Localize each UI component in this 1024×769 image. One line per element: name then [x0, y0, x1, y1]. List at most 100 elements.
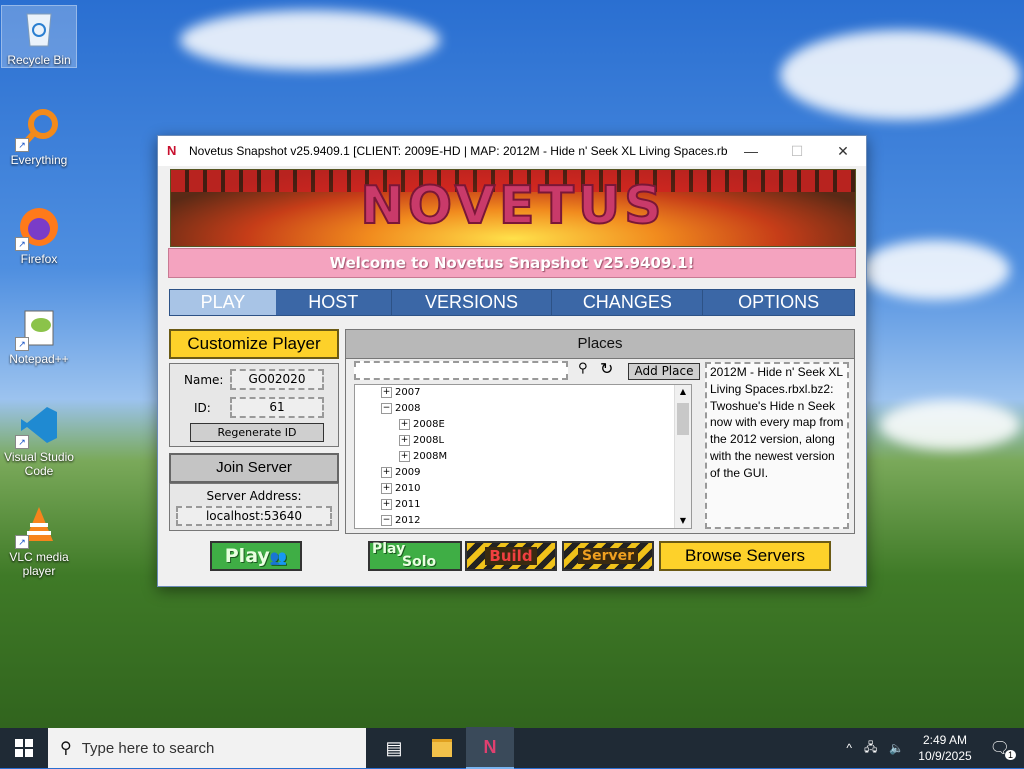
play-solo-button[interactable]: Play Solo: [368, 541, 462, 571]
tab-versions[interactable]: VERSIONS: [392, 290, 553, 315]
task-view-icon[interactable]: ▤: [370, 728, 418, 768]
system-tray: ^ 🖧 🔈 2:49 AM 10/9/2025 🗨 1: [840, 728, 1024, 768]
expand-icon[interactable]: +: [381, 482, 392, 494]
recycle-bin-icon: [17, 6, 61, 50]
tree-node[interactable]: −2012: [381, 513, 691, 528]
search-icon: ⚲: [60, 740, 72, 757]
tree-node-label: 2010: [395, 483, 421, 494]
main-tabs: PLAY HOST VERSIONS CHANGES OPTIONS: [169, 289, 855, 316]
novetus-window: N Novetus Snapshot v25.9409.1 [CLIENT: 2…: [157, 135, 867, 587]
expand-icon[interactable]: +: [399, 434, 410, 446]
build-button-label: Build: [485, 547, 537, 565]
browse-servers-button[interactable]: Browse Servers: [659, 541, 831, 571]
tree-node[interactable]: +2010: [381, 481, 691, 497]
collapse-icon[interactable]: −: [381, 402, 392, 414]
tree-node[interactable]: +2009: [381, 465, 691, 481]
taskbar-search[interactable]: ⚲ Type here to search: [48, 728, 366, 768]
name-label: Name:: [184, 373, 224, 387]
place-search-input[interactable]: [354, 361, 568, 380]
expand-icon[interactable]: +: [381, 498, 392, 510]
clock[interactable]: 2:49 AM 10/9/2025: [918, 732, 971, 764]
build-button[interactable]: Build: [465, 541, 557, 571]
tree-node-label: 2009: [395, 467, 421, 478]
server-address-label: Server Address:: [206, 489, 302, 503]
search-icon[interactable]: ⚲: [578, 361, 588, 376]
clock-time: 2:49 AM: [922, 733, 967, 747]
tree-node[interactable]: +2007: [381, 385, 691, 401]
tree-node[interactable]: −2008: [381, 401, 691, 417]
tab-play[interactable]: PLAY: [170, 290, 276, 315]
notification-center-icon[interactable]: 🗨 1: [990, 738, 1016, 760]
id-field[interactable]: 61: [230, 397, 324, 418]
tree-node[interactable]: +2008L: [381, 433, 691, 449]
close-button[interactable]: ✕: [820, 136, 866, 166]
desktop-icon-vscode[interactable]: ↗ Visual Studio Code: [2, 403, 76, 478]
everything-search-icon: ↗: [15, 106, 61, 152]
cloud: [860, 240, 1010, 300]
windows-logo-icon: [15, 739, 33, 757]
expand-icon[interactable]: +: [381, 466, 392, 478]
tree-node[interactable]: +2008M: [381, 449, 691, 465]
tree-node-label: 2008: [395, 403, 421, 414]
desktop-icon-vlc[interactable]: ↗ VLC media player: [2, 503, 76, 578]
shortcut-arrow-icon: ↗: [15, 435, 29, 449]
places-tree[interactable]: +2007−2008 +2008E +2008L +2008M +2009 +2010 +2…: [354, 384, 692, 529]
tab-host[interactable]: HOST: [276, 290, 392, 315]
tab-changes[interactable]: CHANGES: [552, 290, 704, 315]
window-title: Novetus Snapshot v25.9409.1 [CLIENT: 200…: [189, 144, 728, 158]
novetus-taskbar-icon[interactable]: N: [466, 727, 514, 769]
taskbar: ⚲ Type here to search ▤ N ^ 🖧 🔈 2:49 AM …: [0, 727, 1024, 769]
desktop-icon-label: Everything: [10, 153, 68, 167]
volume-muted-icon[interactable]: 🔈: [889, 741, 904, 755]
file-explorer-icon[interactable]: [418, 728, 466, 768]
shortcut-arrow-icon: ↗: [15, 138, 29, 152]
server-button[interactable]: Server: [562, 541, 654, 571]
shortcut-arrow-icon: ↗: [15, 535, 29, 549]
tree-node-label: 2007: [395, 387, 421, 398]
add-place-button[interactable]: Add Place: [628, 363, 700, 380]
customize-player-button[interactable]: Customize Player: [169, 329, 339, 359]
desktop-icon-everything[interactable]: ↗ Everything: [2, 106, 76, 167]
start-button[interactable]: [0, 728, 48, 768]
cloud: [180, 10, 440, 70]
regenerate-id-button[interactable]: Regenerate ID: [190, 423, 324, 442]
refresh-icon[interactable]: ↻: [600, 359, 613, 378]
player-pane: Customize Player Name: GO02020 ID: 61 Re…: [169, 329, 339, 531]
desktop-icon-recycle-bin[interactable]: Recycle Bin: [1, 5, 77, 68]
play-button[interactable]: Play👥: [210, 541, 302, 571]
desktop-icon-notepad-plus-plus[interactable]: ↗ Notepad++: [2, 305, 76, 366]
desktop-icon-firefox[interactable]: ↗ Firefox: [2, 205, 76, 266]
scroll-thumb[interactable]: [677, 403, 689, 435]
join-server-header: Join Server: [169, 453, 339, 483]
maximize-button[interactable]: ☐: [774, 136, 820, 166]
name-field[interactable]: GO02020: [230, 369, 324, 390]
scroll-up-arrow-icon[interactable]: ▲: [675, 385, 691, 399]
desktop-icon-label: Notepad++: [9, 352, 69, 366]
scroll-down-arrow-icon[interactable]: ▼: [675, 514, 691, 528]
vscode-icon: ↗: [15, 403, 61, 449]
collapse-icon[interactable]: −: [381, 514, 392, 526]
player-info-box: Name: GO02020 ID: 61 Regenerate ID: [169, 363, 339, 447]
server-address-field[interactable]: localhost:53640: [176, 506, 332, 526]
places-header: Places: [345, 329, 855, 359]
expand-icon[interactable]: +: [399, 418, 410, 430]
minimize-button[interactable]: —: [728, 136, 774, 166]
cloud: [880, 400, 1020, 450]
shortcut-arrow-icon: ↗: [15, 337, 29, 351]
novetus-app-icon: N: [167, 143, 177, 158]
expand-icon[interactable]: +: [399, 450, 410, 462]
novetus-logo: NOVETUS: [359, 175, 666, 237]
tree-node-label: 2008E: [413, 419, 445, 430]
play-button-label: Play: [224, 545, 270, 567]
network-icon[interactable]: 🖧: [864, 738, 877, 759]
tree-node[interactable]: +2008E: [381, 417, 691, 433]
firefox-icon: ↗: [15, 205, 61, 251]
tab-options[interactable]: OPTIONS: [703, 290, 854, 315]
expand-icon[interactable]: +: [381, 386, 392, 398]
window-titlebar[interactable]: N Novetus Snapshot v25.9409.1 [CLIENT: 2…: [158, 136, 866, 166]
tree-scrollbar[interactable]: ▲ ▼: [674, 385, 691, 528]
desktop-icon-label: Firefox: [20, 252, 58, 266]
tree-node[interactable]: +2011: [381, 497, 691, 513]
places-panel: ⚲ ↻ Add Place +2007−2008 +2008E +2008L +200…: [345, 358, 855, 534]
chevron-up-icon[interactable]: ^: [846, 741, 852, 755]
